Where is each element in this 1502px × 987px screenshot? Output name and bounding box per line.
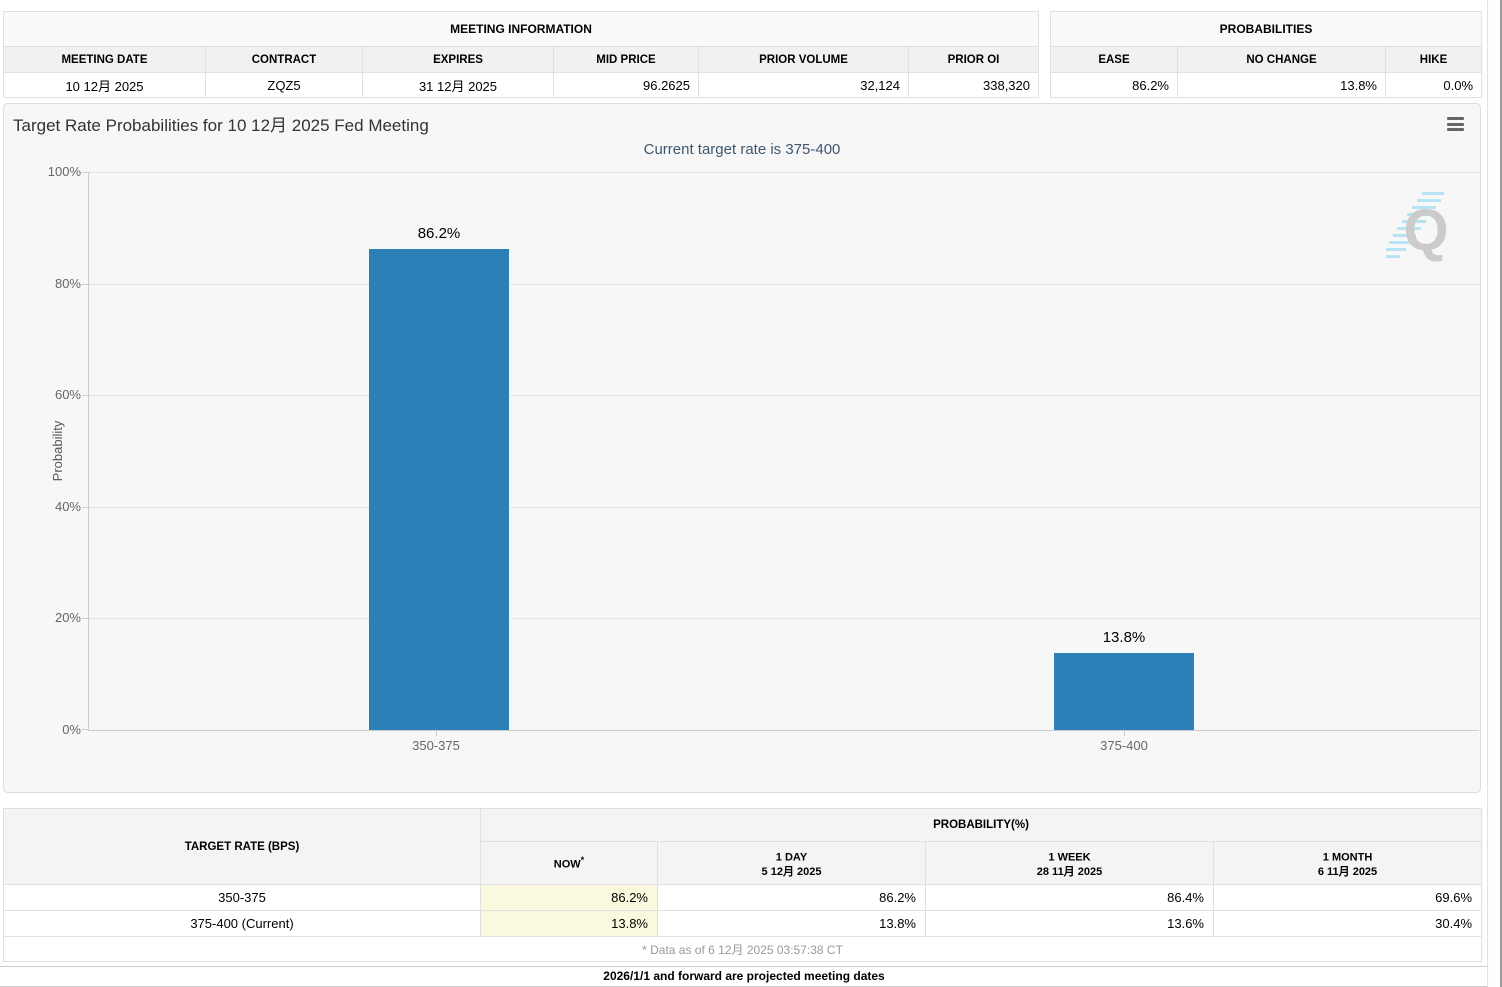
y-tick-80: 80% — [11, 276, 81, 292]
probabilities-table: PROBABILITIES EASE NO CHANGE HIKE 86.2% … — [1050, 11, 1482, 98]
mid-price-value: 96.2625 — [554, 73, 699, 98]
probabilities-header-row: EASE NO CHANGE HIKE — [1051, 47, 1482, 73]
y-tick-0: 0% — [11, 722, 81, 738]
month-375-400: 30.4% — [1214, 911, 1482, 937]
vertical-scrollbar[interactable] — [1487, 0, 1502, 987]
rate-375-400: 375-400 (Current) — [4, 911, 481, 937]
y-tick-100: 100% — [11, 164, 81, 180]
col-no-change: NO CHANGE — [1178, 47, 1386, 73]
target-rate-bps-header: TARGET RATE (BPS) — [4, 809, 481, 885]
contract-value: ZQZ5 — [206, 73, 363, 98]
y-tick-20: 20% — [11, 610, 81, 626]
col-1-day: 1 DAY 5 12月 2025 — [658, 842, 926, 885]
chart-title: Target Rate Probabilities for 10 12月 202… — [13, 111, 429, 136]
col-now: NOW* — [481, 842, 658, 885]
col-1-week: 1 WEEK 28 11月 2025 — [926, 842, 1214, 885]
x-label-375-400: 375-400 — [1054, 738, 1194, 753]
bar-350-375-rect[interactable] — [369, 249, 509, 730]
meeting-date-value: 10 12月 2025 — [4, 73, 206, 98]
expires-value: 31 12月 2025 — [363, 73, 554, 98]
day-375-400: 13.8% — [658, 911, 926, 937]
x-label-350-375: 350-375 — [366, 738, 506, 753]
y-axis-line — [88, 172, 89, 730]
bar-375-400[interactable]: 13.8% — [1054, 172, 1194, 730]
now-350-375: 86.2% — [481, 885, 658, 911]
data-as-of-footnote: * Data as of 6 12月 2025 03:57:38 CT — [4, 937, 1482, 962]
probabilities-data-row: 86.2% 13.8% 0.0% — [1051, 73, 1482, 98]
bar-375-400-data-label: 13.8% — [1103, 629, 1146, 646]
probability-chart: Target Rate Probabilities for 10 12月 202… — [3, 103, 1481, 793]
col-hike: HIKE — [1386, 47, 1482, 73]
probability-group-header: PROBABILITY(%) — [481, 809, 1482, 842]
meeting-information-header-row: MEETING DATE CONTRACT EXPIRES MID PRICE … — [4, 47, 1039, 73]
month-350-375: 69.6% — [1214, 885, 1482, 911]
y-axis-title: Probability — [50, 421, 65, 482]
week-350-375: 86.4% — [926, 885, 1214, 911]
prior-oi-value: 338,320 — [909, 73, 1039, 98]
col-prior-volume: PRIOR VOLUME — [699, 47, 909, 73]
probabilities-title: PROBABILITIES — [1051, 12, 1482, 47]
y-tick-60: 60% — [11, 387, 81, 403]
week-375-400: 13.6% — [926, 911, 1214, 937]
probability-history-table: TARGET RATE (BPS) PROBABILITY(%) NOW* 1 … — [3, 808, 1482, 962]
col-ease: EASE — [1051, 47, 1178, 73]
table-row: 350-375 86.2% 86.2% 86.4% 69.6% — [4, 885, 1482, 911]
chart-menu-hamburger-icon[interactable] — [1447, 116, 1464, 132]
col-prior-oi: PRIOR OI — [909, 47, 1039, 73]
meeting-information-title: MEETING INFORMATION — [4, 12, 1039, 47]
bar-350-375-data-label: 86.2% — [418, 225, 461, 242]
no-change-value: 13.8% — [1178, 73, 1386, 98]
projected-dates-note: 2026/1/1 and forward are projected meeti… — [0, 966, 1488, 987]
prior-volume-value: 32,124 — [699, 73, 909, 98]
plot-area: 100% 80% 60% 40% 20% 0% Probability 86.2… — [89, 172, 1479, 730]
y-tick-40: 40% — [11, 499, 81, 515]
meeting-information-table: MEETING INFORMATION MEETING DATE CONTRAC… — [3, 11, 1039, 98]
table-row: 375-400 (Current) 13.8% 13.8% 13.6% 30.4… — [4, 911, 1482, 937]
col-1-month: 1 MONTH 6 11月 2025 — [1214, 842, 1482, 885]
hike-value: 0.0% — [1386, 73, 1482, 98]
meeting-information-data-row: 10 12月 2025 ZQZ5 31 12月 2025 96.2625 32,… — [4, 73, 1039, 98]
bar-375-400-rect[interactable] — [1054, 653, 1194, 730]
now-375-400: 13.8% — [481, 911, 658, 937]
col-expires: EXPIRES — [363, 47, 554, 73]
fedwatch-page: MEETING INFORMATION MEETING DATE CONTRAC… — [0, 0, 1502, 987]
rate-350-375: 350-375 — [4, 885, 481, 911]
col-meeting-date: MEETING DATE — [4, 47, 206, 73]
chart-subtitle: Current target rate is 375-400 — [4, 141, 1480, 158]
day-350-375: 86.2% — [658, 885, 926, 911]
ease-value: 86.2% — [1051, 73, 1178, 98]
bar-350-375[interactable]: 86.2% — [369, 172, 509, 730]
x-axis-line — [88, 730, 1479, 731]
col-mid-price: MID PRICE — [554, 47, 699, 73]
col-contract: CONTRACT — [206, 47, 363, 73]
